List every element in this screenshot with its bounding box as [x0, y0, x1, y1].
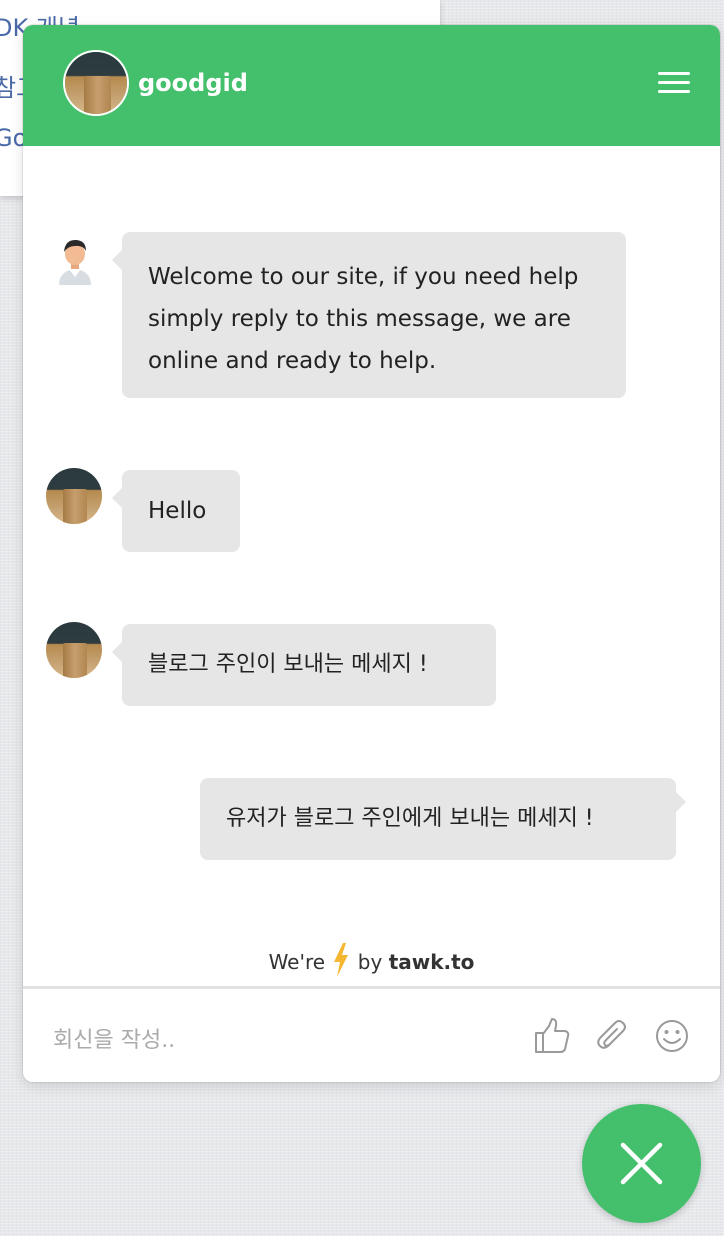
- lightning-bolt-icon: [334, 943, 349, 977]
- visitor-message-bubble: 유저가 블로그 주인에게 보내는 메세지 !: [200, 778, 686, 860]
- powered-by-prefix: We're: [268, 950, 326, 974]
- agent-message-bubble: 블로그 주인이 보내는 메세지 !: [112, 624, 496, 706]
- thumbs-up-icon[interactable]: [533, 1017, 571, 1055]
- default-agent-avatar-icon: [59, 240, 91, 285]
- agent-message-bubble: Hello: [112, 470, 240, 552]
- hamburger-menu-icon[interactable]: [658, 72, 690, 94]
- close-chat-button[interactable]: [582, 1104, 701, 1223]
- header-avatar: [65, 52, 127, 114]
- message-composer: [23, 986, 720, 1082]
- close-icon: [620, 1142, 663, 1185]
- agent-avatar: [46, 468, 102, 524]
- powered-by-middle: by: [357, 950, 383, 974]
- agent-message-bubble: Welcome to our site, if you need help si…: [112, 232, 626, 398]
- powered-by-footer[interactable]: We're by tawk.to: [23, 943, 720, 977]
- chat-header: goodgid: [23, 25, 720, 146]
- tawk-brand-link[interactable]: tawk.to: [389, 950, 475, 974]
- agent-avatar: [46, 622, 102, 678]
- smiley-icon[interactable]: [653, 1017, 691, 1055]
- chat-title: goodgid: [138, 69, 248, 97]
- paperclip-icon[interactable]: [593, 1017, 631, 1055]
- chat-widget: goodgid Welcome to our site, if you need…: [23, 25, 720, 1082]
- message-input[interactable]: [51, 1019, 495, 1061]
